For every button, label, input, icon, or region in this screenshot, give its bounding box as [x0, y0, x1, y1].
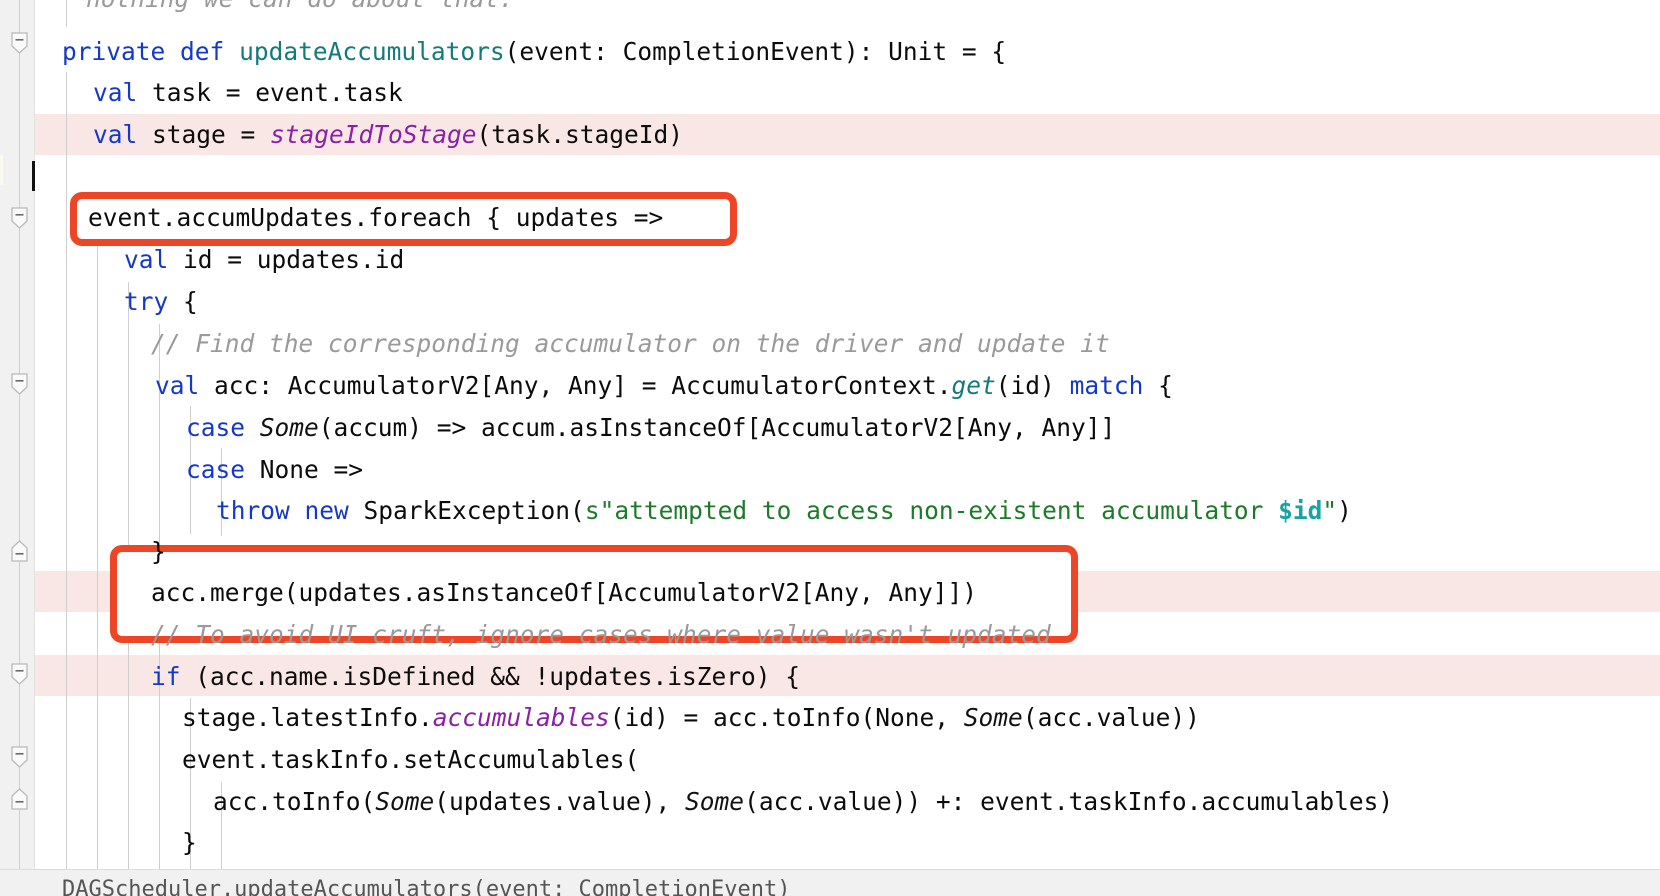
fold-marker-icon[interactable]: [11, 32, 28, 54]
code-line[interactable]: if (acc.name.isDefined && !updates.isZer…: [151, 656, 800, 697]
code-token-string: s"attempted to access non-existent accum…: [584, 496, 1279, 525]
fold-marker-icon[interactable]: [11, 540, 28, 562]
code-line[interactable]: val id = updates.id: [124, 239, 404, 280]
code-line[interactable]: }: [182, 822, 197, 863]
fold-region-line: [19, 562, 20, 665]
code-line[interactable]: event.accumUpdates.foreach { updates =>: [88, 197, 663, 238]
code-line[interactable]: val stage = stageIdToStage(task.stageId): [93, 114, 683, 155]
fold-region-line: [19, 768, 20, 790]
code-token-type: Some: [685, 787, 745, 816]
fold-marker-icon[interactable]: [11, 207, 28, 229]
code-line[interactable]: // To avoid UI cruft, ignore cases where…: [151, 614, 1051, 655]
code-line[interactable]: }: [151, 531, 166, 572]
code-token-keyword: val: [155, 371, 200, 400]
code-token-string: ": [1322, 496, 1338, 525]
code-token-keyword: val: [124, 245, 169, 274]
status-bar-breadcrumb: DAGScheduler.updateAccumulators(event: C…: [62, 877, 791, 896]
fold-region-line: [19, 0, 20, 34]
text-caret: [32, 161, 35, 191]
fold-marker-icon[interactable]: [11, 373, 28, 395]
fold-marker-icon[interactable]: [11, 663, 28, 685]
code-line[interactable]: event.taskInfo.setAccumulables(: [182, 739, 639, 780]
code-line[interactable]: throw new SparkException(s"attempted to …: [216, 490, 1352, 531]
code-line[interactable]: case None =>: [186, 449, 363, 490]
code-token-type: Some: [259, 413, 319, 442]
fold-marker-icon[interactable]: [11, 788, 28, 810]
fold-region-line: [19, 810, 20, 870]
code-token-type: Some: [963, 703, 1023, 732]
code-token-keyword: def: [180, 37, 225, 66]
code-token-type: Some: [375, 787, 435, 816]
code-line[interactable]: val task = event.task: [93, 72, 403, 113]
fold-region-line: [19, 395, 20, 542]
code-token-comment: // Find the corresponding accumulator on…: [151, 329, 1110, 358]
code-token-keyword: val: [93, 78, 138, 107]
indent-guide: [66, 72, 67, 870]
code-token-keyword: case: [186, 455, 246, 484]
code-line[interactable]: acc.toInfo(Some(updates.value), Some(acc…: [213, 781, 1393, 822]
code-token-method: get: [951, 371, 996, 400]
fold-region-line: [19, 685, 20, 748]
code-line[interactable]: nothing we can do about that.: [86, 0, 514, 19]
code-token-comment: nothing we can do about that.: [86, 0, 514, 13]
code-line[interactable]: case Some(accum) => accum.asInstanceOf[A…: [186, 407, 1115, 448]
code-line[interactable]: stage.latestInfo.accumulables(id) = acc.…: [182, 697, 1200, 738]
code-line[interactable]: val acc: AccumulatorV2[Any, Any] = Accum…: [155, 365, 1173, 406]
fold-region-line: [19, 229, 20, 375]
code-token-keyword: private: [62, 37, 166, 66]
code-token-keyword: try: [124, 287, 169, 316]
code-line[interactable]: acc.merge(updates.asInstanceOf[Accumulat…: [151, 572, 977, 613]
status-bar[interactable]: DAGScheduler.updateAccumulators(event: C…: [0, 869, 1660, 896]
code-token-comment: // To avoid UI cruft, ignore cases where…: [151, 620, 1051, 649]
caret-line-highlight: [0, 155, 3, 185]
code-line[interactable]: // Find the corresponding accumulator on…: [151, 323, 1110, 364]
code-token-field: stageIdToStage: [270, 120, 477, 149]
code-token-interpolation: $id: [1278, 496, 1323, 525]
code-token-field: accumulables: [432, 703, 610, 732]
fold-marker-icon[interactable]: [11, 746, 28, 768]
indent-guide: [97, 240, 98, 870]
code-editor[interactable]: nothing we can do about that. private de…: [0, 0, 1660, 896]
code-token-keyword: match: [1069, 371, 1144, 400]
code-line[interactable]: private def updateAccumulators(event: Co…: [62, 31, 1006, 72]
code-line[interactable]: try {: [124, 281, 198, 322]
code-token-keyword: throw: [216, 496, 290, 525]
code-token-keyword: case: [186, 413, 246, 442]
fold-region-line: [19, 54, 20, 209]
code-token-function: updateAccumulators: [239, 37, 505, 66]
code-token-keyword: new: [304, 496, 349, 525]
code-token-keyword: val: [93, 120, 138, 149]
indent-guide: [66, 0, 67, 27]
code-token-keyword: if: [151, 662, 181, 691]
